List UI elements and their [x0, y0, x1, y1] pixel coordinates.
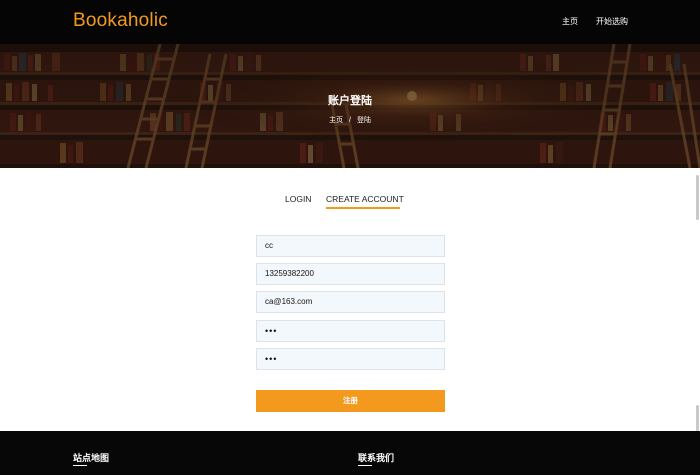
- username-field[interactable]: cc: [256, 235, 445, 257]
- email-field[interactable]: ca@163.com: [256, 291, 445, 313]
- footer-heading-underline: [358, 465, 372, 466]
- footer-heading-sitemap: 站点地图: [73, 453, 110, 463]
- nav-link-shop[interactable]: 开始选购: [596, 16, 628, 27]
- hero-banner: 账户登陆 主页 / 登陆: [0, 44, 700, 168]
- footer-heading-underline: [73, 465, 87, 466]
- top-navbar: Bookaholic 主页 开始选购: [0, 0, 700, 44]
- brand-logo[interactable]: Bookaholic: [73, 10, 168, 32]
- breadcrumb-separator: /: [349, 117, 351, 124]
- password-field[interactable]: •••: [256, 320, 445, 342]
- tab-login[interactable]: LOGIN: [285, 194, 311, 204]
- nav-link-home[interactable]: 主页: [562, 16, 578, 27]
- phone-field[interactable]: 13259382200: [256, 263, 445, 285]
- breadcrumb-current: 登陆: [356, 117, 371, 124]
- scrollbar-thumb[interactable]: [696, 175, 699, 220]
- footer: 站点地图 联系我们: [0, 431, 700, 475]
- confirm-password-field[interactable]: •••: [256, 348, 445, 370]
- tab-create-account[interactable]: CREATE ACCOUNT: [326, 194, 404, 204]
- breadcrumb-link-home[interactable]: 主页: [329, 115, 343, 125]
- register-button[interactable]: 注册: [256, 390, 445, 412]
- breadcrumb: 主页 / 登陆: [0, 115, 700, 125]
- footer-heading-contact: 联系我们: [358, 453, 395, 463]
- scrollbar-thumb-lower[interactable]: [696, 405, 699, 431]
- page-title: 账户登陆: [328, 95, 372, 107]
- active-tab-indicator: [326, 207, 400, 209]
